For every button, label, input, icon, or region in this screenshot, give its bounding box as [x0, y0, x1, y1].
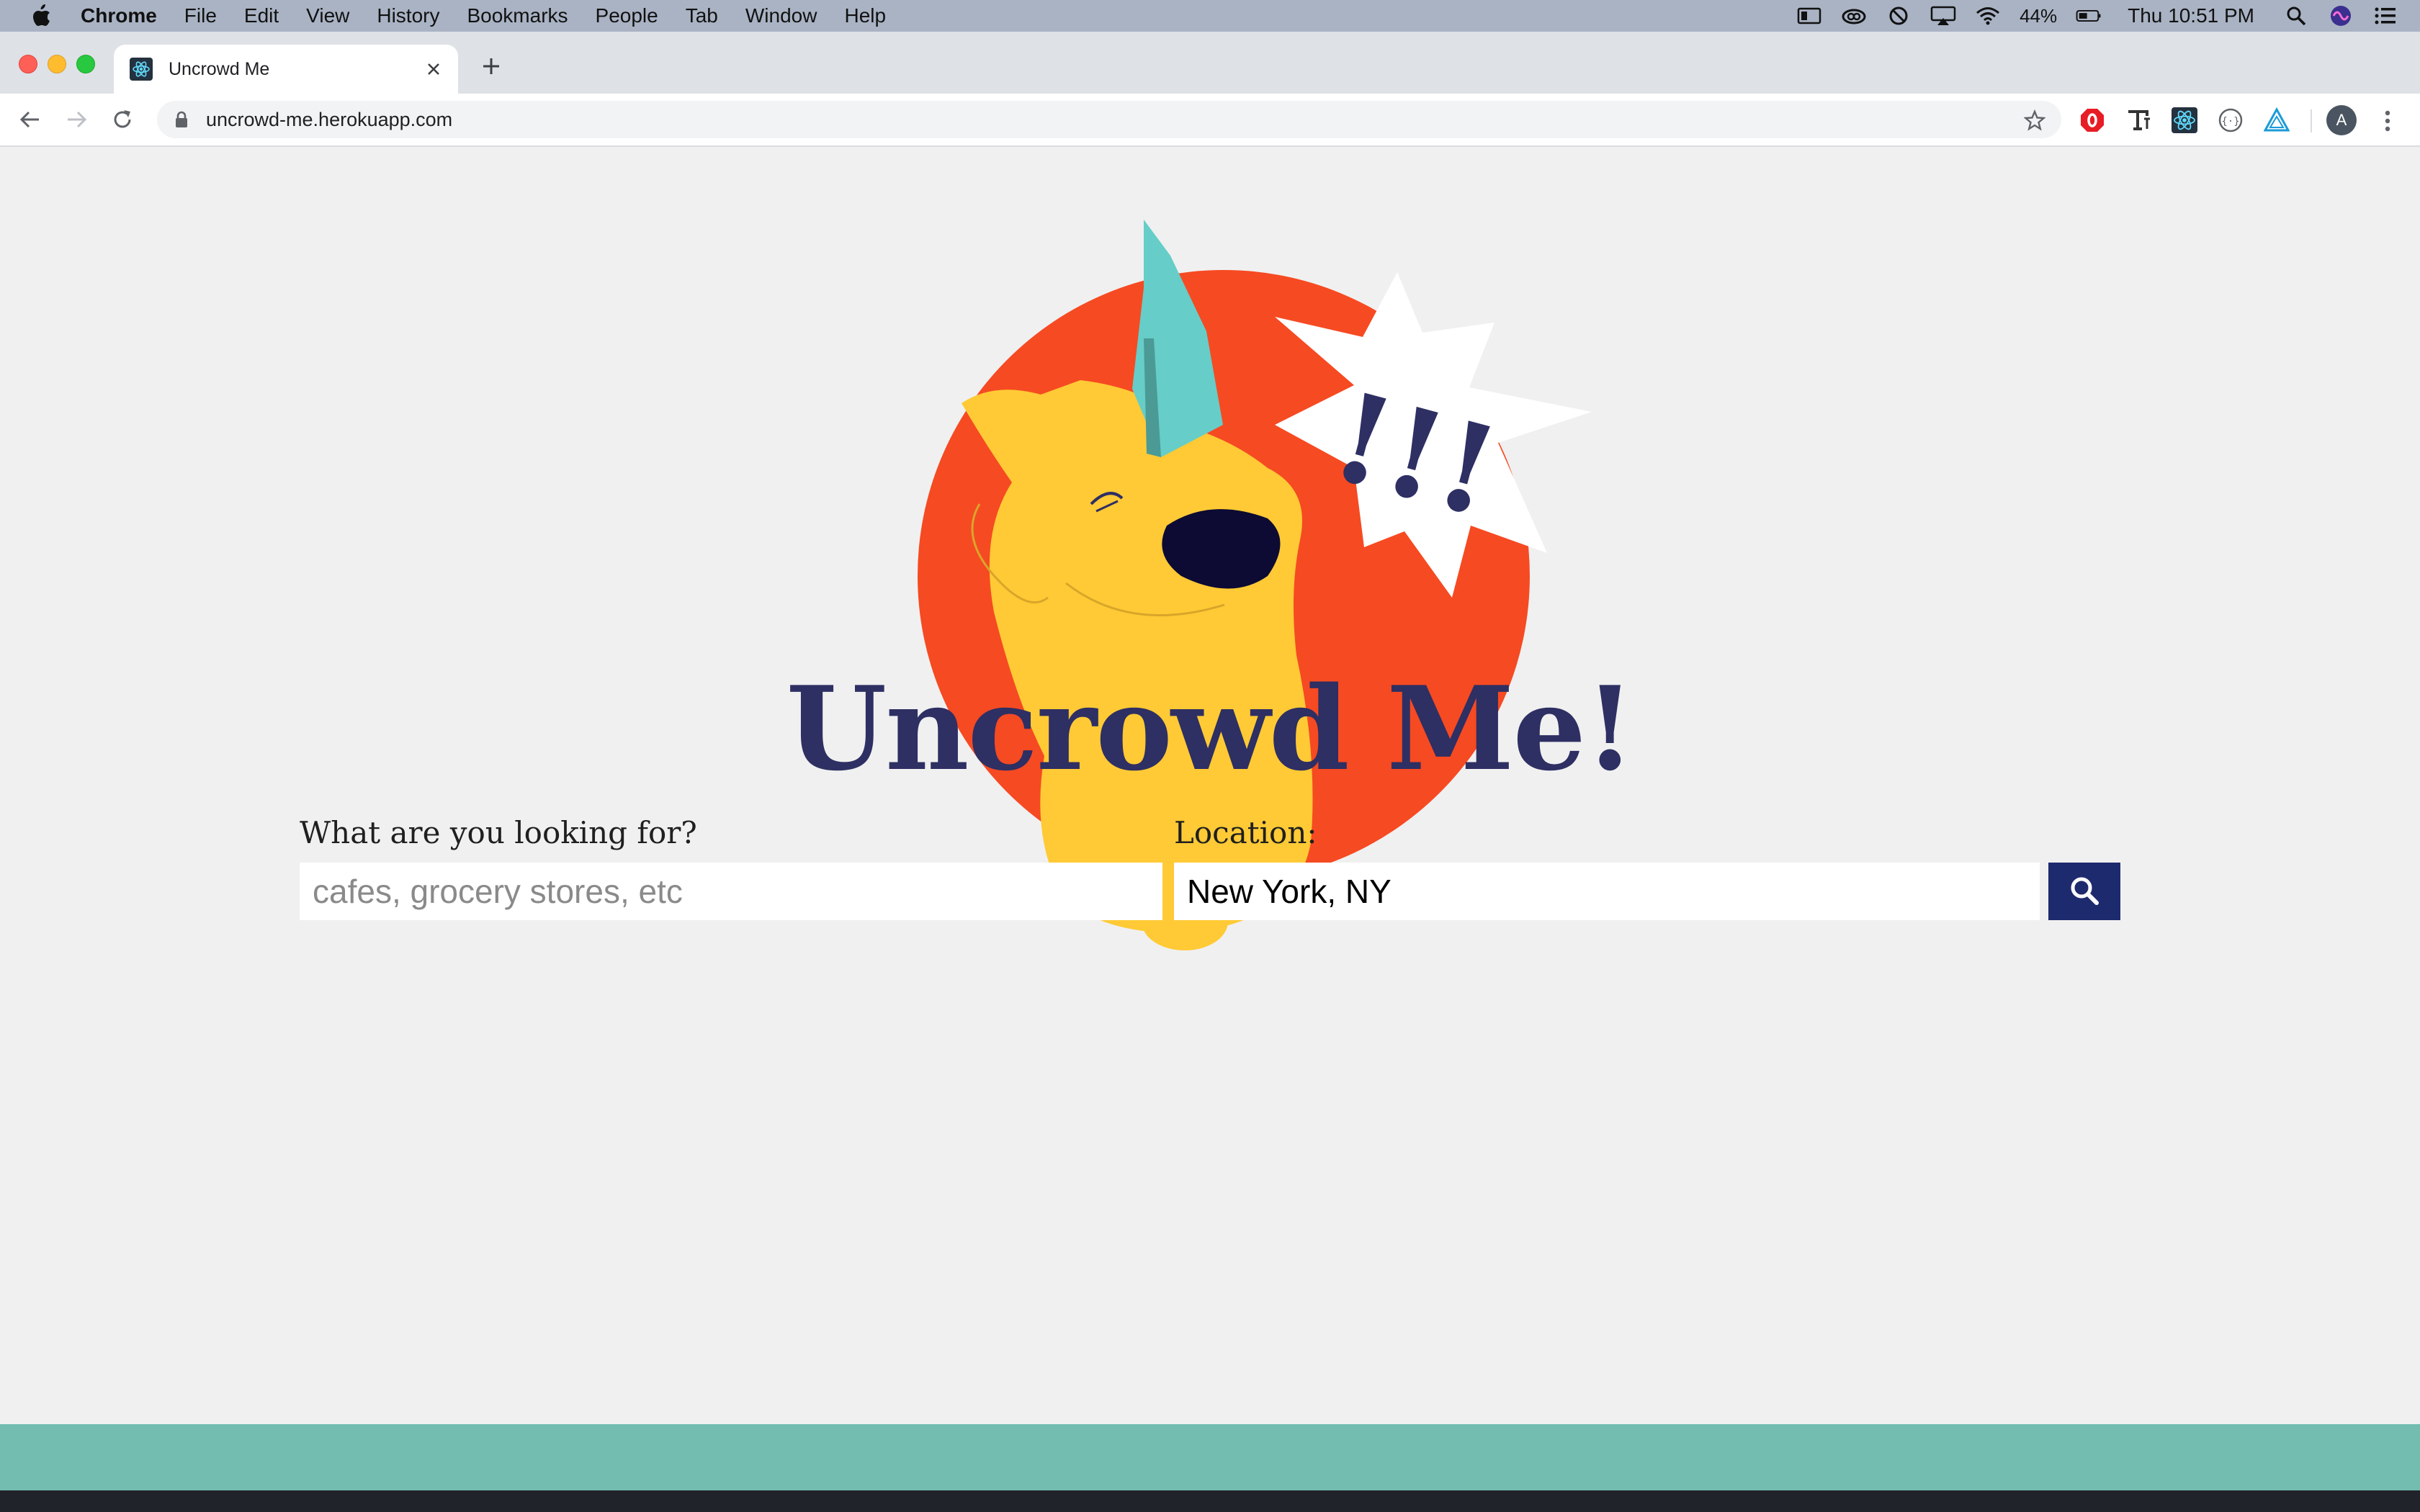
menu-edit[interactable]: Edit	[244, 4, 279, 27]
creative-cloud-icon[interactable]	[1841, 5, 1867, 27]
bookmark-star-icon[interactable]	[2023, 109, 2046, 131]
apple-logo-icon[interactable]	[29, 3, 53, 29]
react-devtools-extension-icon[interactable]	[2171, 107, 2198, 134]
location-input[interactable]	[1174, 863, 2040, 920]
react-favicon-icon	[130, 58, 153, 81]
menu-bookmarks[interactable]: Bookmarks	[467, 4, 568, 27]
reload-icon[interactable]	[108, 105, 137, 134]
chrome-menu-icon[interactable]	[2377, 107, 2398, 135]
siri-icon[interactable]	[2328, 5, 2354, 27]
menu-app-name[interactable]: Chrome	[81, 4, 157, 27]
forward-arrow-icon[interactable]	[62, 105, 91, 134]
dock-edge	[0, 1490, 2420, 1512]
window-close-button[interactable]	[19, 55, 37, 73]
back-arrow-icon[interactable]	[16, 105, 45, 134]
wifi-icon[interactable]	[1975, 5, 2001, 27]
search-label: What are you looking for?	[300, 815, 697, 850]
window-fullscreen-button[interactable]	[76, 55, 95, 73]
do-not-disturb-icon[interactable]	[1886, 5, 1912, 27]
toolbar-divider	[2311, 109, 2312, 132]
browser-tab-strip: Uncrowd Me	[0, 32, 2420, 94]
triangle-extension-icon[interactable]	[2263, 107, 2290, 134]
location-label: Location:	[1174, 815, 1317, 850]
browser-tab-active[interactable]: Uncrowd Me	[114, 45, 458, 94]
menu-view[interactable]: View	[306, 4, 349, 27]
new-tab-plus-icon[interactable]	[477, 52, 506, 81]
page-title: Uncrowd Me!	[786, 661, 1636, 796]
svg-text:{·}: {·}	[2221, 116, 2239, 127]
menu-file[interactable]: File	[184, 4, 217, 27]
typography-extension-icon[interactable]	[2125, 107, 2152, 134]
macos-menu-bar: Chrome File Edit View History Bookmarks …	[0, 0, 2420, 32]
magnifier-icon	[2069, 875, 2100, 909]
battery-percent: 44%	[2020, 4, 2058, 27]
search-input[interactable]	[300, 863, 1162, 920]
search-button[interactable]	[2048, 863, 2120, 920]
browser-toolbar: uncrowd-me.herokuapp.com {·} A	[0, 94, 2420, 147]
json-viewer-extension-icon[interactable]: {·}	[2217, 107, 2244, 134]
menu-people[interactable]: People	[596, 4, 658, 27]
profile-avatar[interactable]: A	[2326, 105, 2357, 135]
footer-band	[0, 1424, 2420, 1490]
tab-close-icon[interactable]	[424, 59, 444, 79]
airplay-icon[interactable]	[1930, 5, 1956, 27]
opera-adblock-extension-icon[interactable]	[2079, 107, 2106, 134]
menu-tab[interactable]: Tab	[686, 4, 718, 27]
menu-history[interactable]: History	[377, 4, 439, 27]
notification-center-icon[interactable]	[2372, 5, 2398, 27]
menu-help[interactable]: Help	[844, 4, 886, 27]
url-text[interactable]: uncrowd-me.herokuapp.com	[206, 109, 452, 131]
display-icon[interactable]	[1796, 5, 1822, 27]
menubar-clock[interactable]: Thu 10:51 PM	[2128, 4, 2254, 27]
battery-icon[interactable]	[2076, 5, 2102, 27]
menu-window[interactable]: Window	[745, 4, 817, 27]
lock-icon[interactable]	[173, 109, 190, 130]
spotlight-search-icon[interactable]	[2283, 5, 2309, 27]
tab-title: Uncrowd Me	[169, 58, 270, 79]
window-minimize-button[interactable]	[48, 55, 66, 73]
address-bar[interactable]: uncrowd-me.herokuapp.com	[157, 101, 2061, 138]
